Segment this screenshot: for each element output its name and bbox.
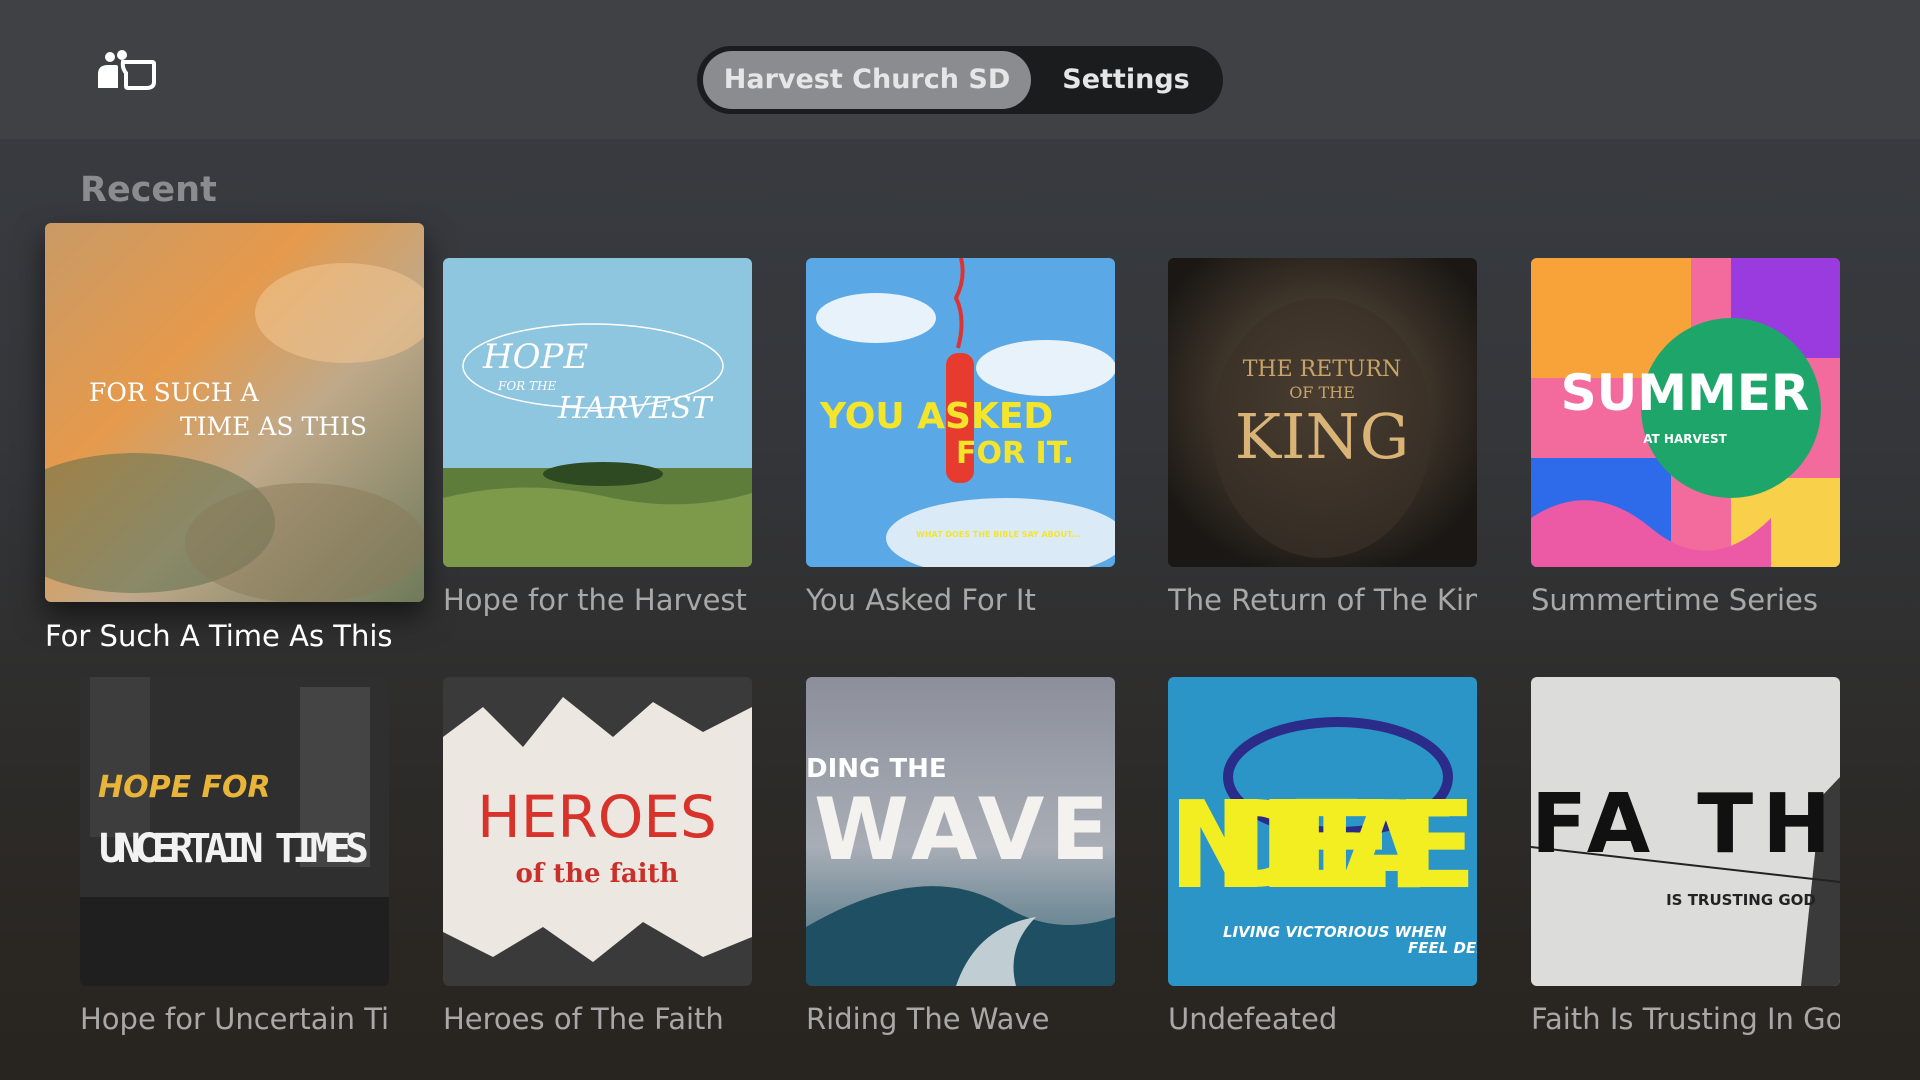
artwork-riding-the-wave: DING THE WAVE (806, 677, 1115, 986)
svg-text:AT HARVEST: AT HARVEST (1643, 432, 1727, 446)
media-tile-return-of-the-king[interactable]: THE RETURN OF THE KING The Return of The… (1168, 258, 1477, 628)
artwork-hope-for-the-harvest: HOPE FOR THE HARVEST (443, 258, 752, 567)
top-bar: Harvest Church SD Settings (0, 0, 1920, 139)
artwork-for-such-a-time: FOR SUCH A TIME AS THIS (45, 223, 424, 602)
svg-text:THE RETURN: THE RETURN (1243, 357, 1402, 382)
svg-text:HARVEST: HARVEST (557, 391, 713, 426)
artwork-return-of-the-king: THE RETURN OF THE KING (1168, 258, 1477, 567)
svg-text:SUMMER: SUMMER (1561, 364, 1810, 422)
svg-text:YOU ASKED: YOU ASKED (819, 396, 1053, 437)
tile-title: Summertime Series (1531, 583, 1818, 617)
media-tile-you-asked-for-it[interactable]: YOU ASKED FOR IT. WHAT DOES THE BIBLE SA… (806, 258, 1115, 628)
media-tile-riding-the-wave[interactable]: DING THE WAVE Riding The Wave (806, 677, 1115, 1047)
tab-switcher: Harvest Church SD Settings (697, 46, 1223, 114)
media-tile-hope-for-the-harvest[interactable]: HOPE FOR THE HARVEST Hope for the Harves… (443, 258, 752, 628)
media-tile-heroes-of-the-faith[interactable]: HEROES of the faith Heroes of The Faith (443, 677, 752, 1047)
tile-title: You Asked For It (806, 583, 1036, 617)
svg-text:FOR IT.: FOR IT. (956, 436, 1074, 471)
media-tile-faith-is-trusting-in-god[interactable]: FA TH IS TRUSTING GOD Faith Is Trusting … (1531, 677, 1840, 1047)
svg-text:HEROES: HEROES (477, 783, 717, 851)
tile-title: For Such A Time As This (45, 619, 393, 653)
svg-text:FA TH: FA TH (1531, 777, 1831, 872)
media-tile-summertime-series[interactable]: SUMMER AT HARVEST Summertime Series (1531, 258, 1840, 628)
art-text: TIME AS THIS (180, 412, 367, 441)
tab-settings[interactable]: Settings (1035, 51, 1217, 109)
artwork-you-asked-for-it: YOU ASKED FOR IT. WHAT DOES THE BIBLE SA… (806, 258, 1115, 567)
tile-title: Faith Is Trusting In God (1531, 1002, 1840, 1036)
artwork-hope-for-uncertain-times: HOPE FOR UNCERTAIN TIMES (80, 677, 389, 986)
tile-title: Hope for the Harvest (443, 583, 747, 617)
svg-text:HOPE FOR: HOPE FOR (98, 770, 271, 805)
section-title: Recent (80, 170, 217, 210)
app-logo-icon (96, 48, 156, 90)
svg-text:WHAT DOES THE BIBLE SAY ABOUT.: WHAT DOES THE BIBLE SAY ABOUT... (916, 530, 1080, 539)
media-tile-undefeated[interactable]: NDEFEATE LIVING VICTORIOUS WHEN FEEL DEF… (1168, 677, 1477, 1047)
tile-title: The Return of The King (1168, 583, 1477, 617)
svg-text:UNCERTAIN TIMES: UNCERTAIN TIMES (99, 826, 369, 872)
artwork-summertime-series: SUMMER AT HARVEST (1531, 258, 1840, 567)
svg-text:WAVE: WAVE (814, 780, 1109, 880)
svg-text:FEEL DEFE: FEEL DEFE (1408, 939, 1477, 957)
svg-text:IS TRUSTING GOD: IS TRUSTING GOD (1666, 891, 1816, 909)
tile-title: Undefeated (1168, 1002, 1338, 1036)
tab-harvest-church-sd[interactable]: Harvest Church SD (703, 51, 1031, 109)
tile-title: Heroes of The Faith (443, 1002, 724, 1036)
art-text: FOR SUCH A (89, 378, 260, 407)
artwork-heroes-of-the-faith: HEROES of the faith (443, 677, 752, 986)
artwork-faith-is-trusting-in-god: FA TH IS TRUSTING GOD (1531, 677, 1840, 986)
svg-text:FOR THE: FOR THE (497, 379, 556, 393)
artwork-undefeated: NDEFEATE LIVING VICTORIOUS WHEN FEEL DEF… (1168, 677, 1477, 986)
svg-text:of the faith: of the faith (516, 859, 679, 889)
svg-text:HOPE: HOPE (482, 337, 588, 377)
media-tile-hope-for-uncertain-times[interactable]: HOPE FOR UNCERTAIN TIMES Hope for Uncert… (80, 677, 389, 1047)
svg-text:KING: KING (1235, 400, 1410, 473)
media-tile-for-such-a-time[interactable]: FOR SUCH A TIME AS THIS For Such A Time … (45, 223, 424, 663)
tile-title: Riding The Wave (806, 1002, 1050, 1036)
svg-text:NDEFEATE: NDEFEATE (1168, 777, 1477, 916)
tile-title: Hope for Uncertain Times (80, 1002, 389, 1036)
